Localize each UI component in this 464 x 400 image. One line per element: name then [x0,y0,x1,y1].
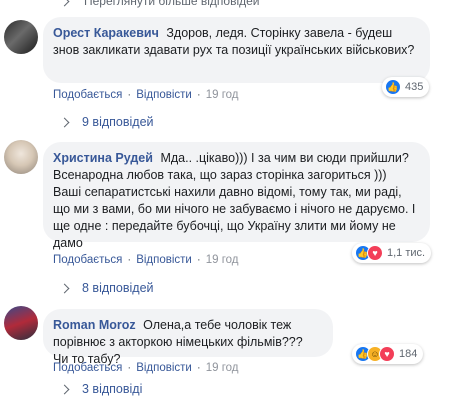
avatar[interactable] [4,140,38,174]
reactions-summary[interactable]: 👍 ☺ ♥ 184 [352,344,424,364]
love-icon: ♥ [379,346,395,362]
reactions-summary[interactable]: 👍 435 [382,77,430,97]
comment-author[interactable]: Roman Moroz [53,318,136,332]
separator: · [127,362,132,374]
view-replies-link[interactable]: 9 відповідей [59,115,154,129]
view-replies-link[interactable]: 3 відповіді [59,382,142,396]
comment-actions: Подобається · Відповісти · 19 год [53,362,239,374]
reaction-count: 435 [405,81,424,93]
reactions-summary[interactable]: 👍 ♥ 1,1 тис. [352,243,432,263]
chevron-right-icon [59,283,70,293]
replies-count-label: 9 відповідей [82,115,154,129]
reply-button[interactable]: Відповісти [136,362,192,374]
comment-actions: Подобається · Відповісти · 19 год [53,89,239,101]
like-button[interactable]: Подобається [53,254,122,266]
love-icon: ♥ [367,245,383,261]
separator: · [196,362,201,374]
comment-bubble: Христина Рудей Мда.. .цікаво))) І за чим… [43,142,430,250]
like-button[interactable]: Подобається [53,362,122,374]
avatar[interactable] [4,306,38,340]
comment-author[interactable]: Христина Рудей [53,151,153,165]
comment-bubble: Roman Moroz Олена,а тебе чоловік теж пор… [43,309,333,366]
separator: · [127,89,132,101]
timestamp[interactable]: 19 год [206,254,239,266]
timestamp[interactable]: 19 год [206,362,239,374]
chevron-right-icon [59,0,70,6]
comment-text: Мда.. .цікаво))) І за чим ви сюди прийшл… [53,151,416,250]
reaction-count: 184 [399,348,418,360]
comment-author[interactable]: Орест Каракевич [53,26,159,40]
replies-count-label: 3 відповіді [82,382,143,396]
avatar[interactable] [4,20,38,54]
view-more-replies-label: Переглянути більше відповідей [84,0,260,8]
view-replies-link[interactable]: 8 відповідей [59,281,154,295]
comment-actions: Подобається · Відповісти · 19 год [53,254,239,266]
replies-count-label: 8 відповідей [82,281,154,295]
timestamp[interactable]: 19 год [206,89,239,101]
like-icon: 👍 [385,79,401,95]
separator: · [127,254,132,266]
reply-button[interactable]: Відповісти [136,89,192,101]
view-more-replies-link[interactable]: Переглянути більше відповідей [59,0,259,9]
reply-button[interactable]: Відповісти [136,254,192,266]
separator: · [196,254,201,266]
chevron-right-icon [59,384,70,394]
like-button[interactable]: Подобається [53,89,122,101]
comment-bubble: Орест Каракевич Здоров, ледя. Сторінку з… [43,17,430,83]
reaction-count: 1,1 тис. [387,247,426,259]
separator: · [196,89,201,101]
chevron-right-icon [59,117,70,127]
